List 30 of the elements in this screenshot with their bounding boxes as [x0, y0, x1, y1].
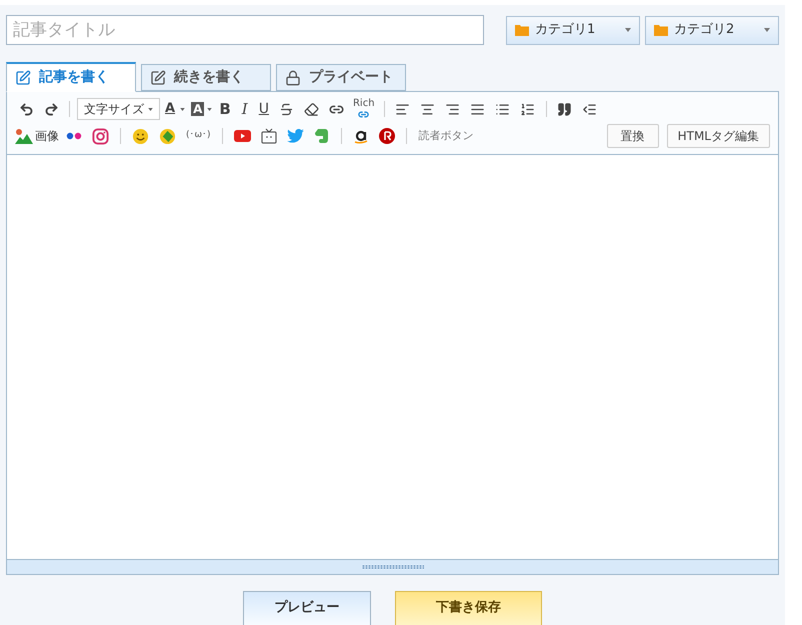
editor-tab[interactable]: プライベート	[276, 64, 406, 91]
caret-icon	[764, 28, 770, 32]
caret-icon	[625, 28, 631, 32]
folder-icon	[515, 24, 529, 36]
bold-button[interactable]: B	[215, 98, 235, 120]
image-button[interactable]: 画像	[15, 127, 59, 145]
folder-icon	[654, 24, 668, 36]
rich-link-button[interactable]: Rich	[350, 98, 377, 120]
editor-tab[interactable]: 続きを書く	[141, 64, 271, 91]
landscape-icon	[15, 128, 33, 144]
link-icon	[357, 108, 370, 120]
caret-icon	[207, 108, 212, 110]
kaomoji-button[interactable]: (･ω･)	[183, 129, 214, 143]
save-draft-button[interactable]: 下書き保存	[395, 591, 542, 625]
category-dropdown[interactable]: カテゴリ2	[645, 16, 779, 44]
replace-button[interactable]: 置換	[606, 124, 659, 148]
caret-icon	[180, 108, 186, 110]
highlight-color-button[interactable]: A	[191, 102, 204, 116]
html-edit-button[interactable]: HTMLタグ編集	[666, 124, 770, 148]
category-dropdown[interactable]: カテゴリ1	[506, 16, 640, 44]
text-color-button[interactable]: A	[163, 99, 178, 119]
underline-button[interactable]: U	[254, 98, 273, 120]
reader-button-link[interactable]: 読者ボタン	[414, 128, 478, 144]
caret-icon	[148, 108, 153, 110]
font-size-dropdown[interactable]: 文字サイズ	[77, 98, 160, 120]
editor-tab[interactable]: 記事を書く	[6, 62, 136, 92]
italic-button[interactable]: I	[238, 98, 252, 120]
title-field[interactable]: 記事タイトル	[6, 15, 484, 45]
resize-handle[interactable]	[7, 559, 778, 574]
preview-button[interactable]: プレビュー	[243, 591, 371, 625]
